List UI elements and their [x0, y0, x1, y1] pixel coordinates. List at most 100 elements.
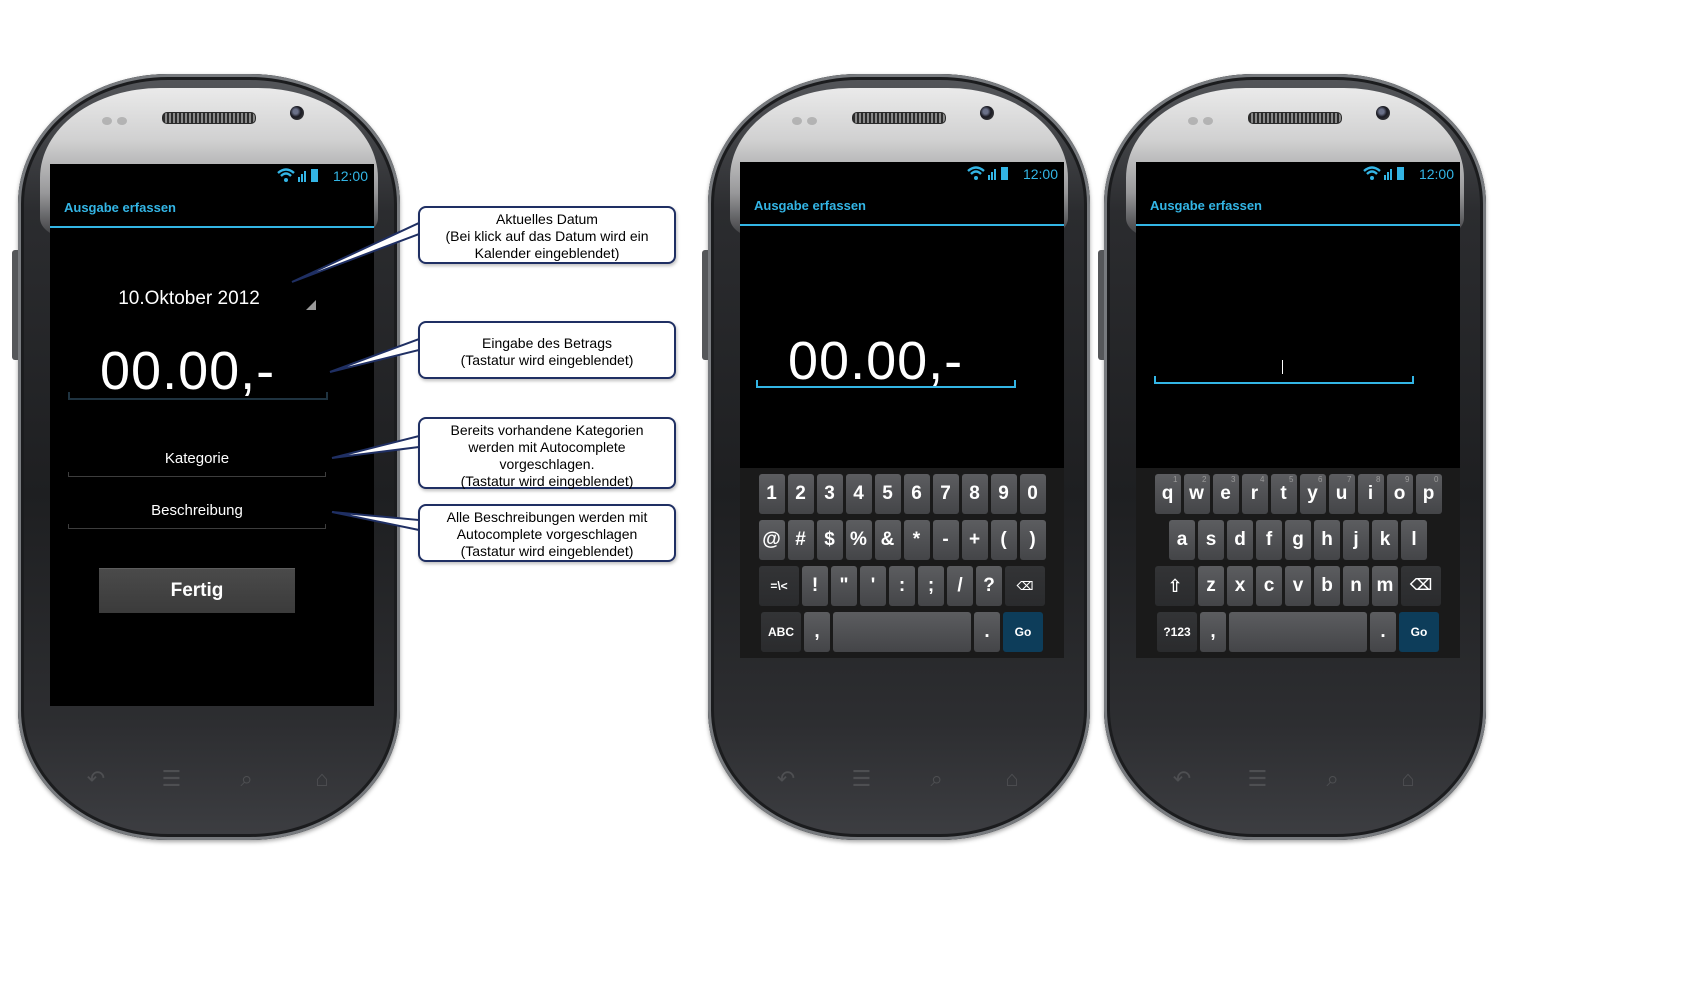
recent-apps-icon[interactable]: ☰ — [841, 766, 881, 791]
navigation-bar: ↶ ☰ ⌕ ⌂ — [1162, 766, 1428, 791]
key[interactable]: ) — [1019, 520, 1046, 560]
key[interactable]: % — [845, 520, 872, 560]
key[interactable]: i8 — [1357, 474, 1384, 514]
key[interactable]: a — [1169, 520, 1195, 560]
comma-key[interactable]: , — [804, 612, 830, 652]
backspace-icon[interactable]: ⌫ — [1401, 566, 1441, 606]
callout-line: (Bei klick auf das Datum wird ein — [445, 228, 649, 244]
key[interactable]: + — [961, 520, 988, 560]
key[interactable]: m — [1372, 566, 1398, 606]
key[interactable]: ? — [976, 566, 1002, 606]
back-icon[interactable]: ↶ — [766, 766, 806, 791]
status-bar: 12:00 — [1136, 162, 1460, 186]
key[interactable]: l — [1401, 520, 1427, 560]
space-key[interactable] — [1229, 612, 1367, 652]
key[interactable]: u7 — [1328, 474, 1355, 514]
key[interactable]: 5 — [874, 474, 901, 514]
key[interactable]: v — [1285, 566, 1311, 606]
status-bar: 12:00 — [740, 162, 1064, 186]
key[interactable]: 2 — [787, 474, 814, 514]
key[interactable]: 7 — [932, 474, 959, 514]
key[interactable]: - — [932, 520, 959, 560]
callout-description: Alle Beschreibungen werden mit Autocompl… — [418, 504, 676, 562]
key[interactable]: / — [947, 566, 973, 606]
space-key[interactable] — [833, 612, 971, 652]
key[interactable]: " — [831, 566, 857, 606]
amount-underline — [756, 380, 1016, 388]
text-cursor — [1282, 360, 1283, 374]
key[interactable]: 4 — [845, 474, 872, 514]
symbols-key[interactable]: ?123 — [1157, 612, 1197, 652]
key[interactable]: t5 — [1270, 474, 1297, 514]
navigation-bar: ↶ ☰ ⌕ ⌂ — [76, 766, 342, 791]
key[interactable]: 0 — [1019, 474, 1046, 514]
more-symbols-key[interactable]: =\< — [759, 566, 799, 606]
key[interactable]: q1 — [1154, 474, 1181, 514]
key[interactable]: p0 — [1415, 474, 1442, 514]
key[interactable]: b — [1314, 566, 1340, 606]
key[interactable]: 1 — [758, 474, 785, 514]
key-label: i — [1367, 483, 1374, 504]
period-key[interactable]: . — [1370, 612, 1396, 652]
key-hint: 3 — [1231, 475, 1236, 484]
back-icon[interactable]: ↶ — [1162, 766, 1202, 791]
recent-apps-icon[interactable]: ☰ — [151, 766, 191, 791]
key[interactable]: z — [1198, 566, 1224, 606]
key[interactable]: $ — [816, 520, 843, 560]
recent-apps-icon[interactable]: ☰ — [1237, 766, 1277, 791]
key[interactable]: 8 — [961, 474, 988, 514]
search-icon[interactable]: ⌕ — [1313, 766, 1353, 791]
key[interactable]: c — [1256, 566, 1282, 606]
home-icon[interactable]: ⌂ — [302, 766, 342, 791]
key[interactable]: & — [874, 520, 901, 560]
text-input-underline[interactable] — [1154, 376, 1414, 384]
go-key[interactable]: Go — [1003, 612, 1043, 652]
key[interactable]: ! — [802, 566, 828, 606]
key[interactable]: j — [1343, 520, 1369, 560]
key[interactable]: w2 — [1183, 474, 1210, 514]
search-icon[interactable]: ⌕ — [917, 766, 957, 791]
key[interactable]: s — [1198, 520, 1224, 560]
key[interactable]: k — [1372, 520, 1398, 560]
key[interactable]: 9 — [990, 474, 1017, 514]
key-label: w — [1189, 483, 1204, 504]
key[interactable]: : — [889, 566, 915, 606]
keyboard-row: 1 2 3 4 5 6 7 8 9 0 — [740, 474, 1064, 514]
key[interactable]: n — [1343, 566, 1369, 606]
backspace-icon[interactable]: ⌫ — [1005, 566, 1045, 606]
shift-icon[interactable]: ⇧ — [1155, 566, 1195, 606]
key[interactable]: d — [1227, 520, 1253, 560]
key[interactable]: * — [903, 520, 930, 560]
phone-mockup-amount: 12:00 Ausgabe erfassen 00.00,- 1 2 3 4 5… — [702, 74, 1090, 840]
key[interactable]: # — [787, 520, 814, 560]
key[interactable]: f — [1256, 520, 1282, 560]
key[interactable]: @ — [758, 520, 785, 560]
abc-key[interactable]: ABC — [761, 612, 801, 652]
key[interactable]: y6 — [1299, 474, 1326, 514]
key[interactable]: x — [1227, 566, 1253, 606]
key[interactable]: ( — [990, 520, 1017, 560]
keyboard-row: ?123 , . Go — [1136, 612, 1460, 652]
key[interactable]: h — [1314, 520, 1340, 560]
key[interactable]: g — [1285, 520, 1311, 560]
key-hint: 6 — [1318, 475, 1323, 484]
search-icon[interactable]: ⌕ — [227, 766, 267, 791]
callout-date: Aktuelles Datum (Bei klick auf das Datum… — [418, 206, 676, 264]
go-key[interactable]: Go — [1399, 612, 1439, 652]
key[interactable]: r4 — [1241, 474, 1268, 514]
key[interactable]: 6 — [903, 474, 930, 514]
home-icon[interactable]: ⌂ — [992, 766, 1032, 791]
key-hint: 0 — [1434, 475, 1439, 484]
key[interactable]: o9 — [1386, 474, 1413, 514]
period-key[interactable]: . — [974, 612, 1000, 652]
action-bar: Ausgabe erfassen — [1136, 186, 1460, 226]
callout-line: Kalender eingeblendet) — [474, 245, 620, 261]
back-icon[interactable]: ↶ — [76, 766, 116, 791]
callout-line: Aktuelles Datum — [496, 211, 598, 227]
key[interactable]: ' — [860, 566, 886, 606]
key[interactable]: ; — [918, 566, 944, 606]
key[interactable]: e3 — [1212, 474, 1239, 514]
home-icon[interactable]: ⌂ — [1388, 766, 1428, 791]
comma-key[interactable]: , — [1200, 612, 1226, 652]
key[interactable]: 3 — [816, 474, 843, 514]
